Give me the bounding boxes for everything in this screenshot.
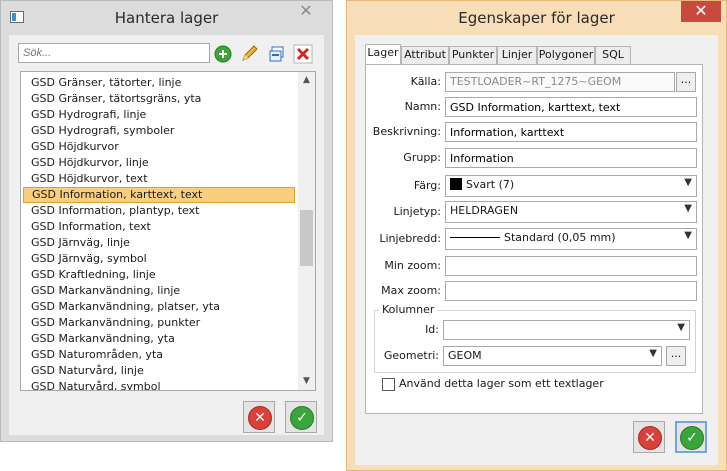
min-zoom-label: Min zoom: [384, 259, 441, 272]
manage-layers-titlebar[interactable]: Hantera lager ✕ [1, 1, 332, 35]
pencil-icon [242, 45, 258, 61]
layer-list-item[interactable]: GSD Järnväg, linje [23, 235, 295, 251]
color-swatch [450, 178, 462, 190]
plus-icon [214, 45, 232, 63]
grupp-input[interactable] [445, 148, 697, 168]
geometri-value: GEOM [448, 349, 482, 362]
textlayer-checkbox-label: Använd detta lager som ett textlager [399, 377, 604, 390]
farg-value: Svart (7) [466, 178, 515, 191]
beskrivning-label: Beskrivning: [372, 125, 441, 138]
layer-properties-window: Egenskaper för lager ✕ Lager Attribut Pu… [346, 0, 727, 471]
delete-icon [293, 44, 313, 64]
manage-layers-title: Hantera lager [114, 9, 219, 27]
cancel-button[interactable]: ✕ [633, 421, 665, 453]
line-sample [450, 237, 500, 238]
manage-layers-content: GSD Gränser, tätorter, linjeGSD Gränser,… [9, 35, 324, 435]
layer-list-item[interactable]: GSD Information, text [23, 219, 295, 235]
linjetyp-dropdown[interactable]: HELDRAGEN ▼ [445, 201, 697, 223]
tab-polygoner[interactable]: Polygoner [537, 46, 595, 64]
tab-sql[interactable]: SQL [595, 46, 631, 64]
cancel-button[interactable]: ✕ [243, 401, 275, 433]
id-dropdown[interactable]: ▼ [443, 320, 690, 340]
min-zoom-input[interactable] [445, 256, 697, 276]
id-label: Id: [425, 323, 439, 336]
grupp-label: Grupp: [403, 151, 441, 164]
geometri-label: Geometri: [383, 349, 439, 362]
beskrivning-input[interactable] [445, 122, 697, 142]
layer-list-item[interactable]: GSD Hydrografi, linje [23, 107, 295, 123]
max-zoom-input[interactable] [445, 281, 697, 301]
namn-label: Namn: [404, 100, 441, 113]
layer-properties-content: Lager Attribut Punkter Linjer Polygoner … [355, 35, 718, 465]
ok-button[interactable]: ✓ [285, 401, 317, 433]
layer-list-item[interactable]: GSD Järnväg, symbol [23, 251, 295, 267]
ok-check-icon: ✓ [290, 406, 314, 430]
search-input[interactable] [18, 43, 210, 63]
namn-input[interactable] [445, 97, 697, 117]
edit-layer-button[interactable] [238, 43, 260, 65]
cancel-x-icon: ✕ [248, 406, 272, 430]
scroll-down-icon[interactable]: ▼ [298, 373, 315, 390]
layer-list-item[interactable]: GSD Markanvändning, linje [23, 283, 295, 299]
layer-list-item[interactable]: GSD Information, plantyp, text [23, 203, 295, 219]
scroll-up-icon[interactable]: ▲ [298, 72, 315, 89]
chevron-down-icon: ▼ [684, 230, 692, 241]
kalla-browse-button[interactable]: ... [676, 72, 696, 92]
scroll-thumb[interactable] [300, 210, 313, 266]
layer-list-scrollbar[interactable]: ▲ ▼ [298, 72, 315, 390]
layer-list-item[interactable]: GSD Kraftledning, linje [23, 267, 295, 283]
layer-list-item[interactable]: GSD Gränser, tätorter, linje [23, 75, 295, 91]
layer-list-item[interactable]: GSD Höjdkurvor, text [23, 171, 295, 187]
max-zoom-label: Max zoom: [381, 284, 441, 297]
cancel-x-icon: ✕ [638, 426, 662, 450]
tab-lager[interactable]: Lager [365, 44, 401, 65]
layer-properties-titlebar[interactable]: Egenskaper för lager ✕ [347, 1, 726, 35]
layer-list-item[interactable]: GSD Naturvård, linje [23, 363, 295, 379]
geometri-dropdown[interactable]: GEOM ▼ [443, 346, 662, 366]
layer-list-item[interactable]: GSD Hydrografi, symboler [23, 123, 295, 139]
kolumner-group-label: Kolumner [379, 303, 438, 316]
linjetyp-label: Linjetyp: [393, 205, 442, 218]
tab-linjer[interactable]: Linjer [497, 46, 537, 64]
kolumner-group: Kolumner Id: ▼ Geometri: GEOM ▼ ... [374, 303, 696, 373]
copy-icon [269, 46, 284, 62]
ok-check-icon: ✓ [680, 426, 704, 450]
layer-list-item[interactable]: GSD Markanvändning, platser, yta [23, 299, 295, 315]
textlayer-checkbox[interactable] [382, 378, 395, 391]
layer-list-item[interactable]: GSD Höjdkurvor [23, 139, 295, 155]
kalla-field: TESTLOADER~RT_1275~GEOM [445, 72, 675, 92]
chevron-down-icon: ▼ [684, 177, 692, 188]
farg-dropdown[interactable]: Svart (7) ▼ [445, 175, 697, 197]
lager-tab-panel: Källa: TESTLOADER~RT_1275~GEOM ... Namn:… [365, 64, 703, 414]
close-icon[interactable]: ✕ [681, 1, 721, 22]
tab-attribut[interactable]: Attribut [401, 46, 449, 64]
layer-list-item[interactable]: GSD Markanvändning, punkter [23, 315, 295, 331]
chevron-down-icon: ▼ [677, 322, 685, 333]
chevron-down-icon: ▼ [684, 203, 692, 214]
close-icon[interactable]: ✕ [289, 1, 323, 22]
farg-label: Färg: [413, 179, 441, 192]
layer-list-item[interactable]: GSD Information, karttext, text [23, 187, 295, 203]
tab-punkter[interactable]: Punkter [449, 46, 497, 64]
linjetyp-value: HELDRAGEN [450, 204, 519, 217]
kalla-label: Källa: [410, 75, 441, 88]
geometri-browse-button[interactable]: ... [666, 346, 686, 366]
chevron-down-icon: ▼ [649, 348, 657, 359]
layer-list: GSD Gränser, tätorter, linje GSD Gränser,… [20, 71, 316, 391]
linjebredd-label: Linjebredd: [379, 232, 441, 245]
layer-list-item[interactable]: GSD Höjdkurvor, linje [23, 155, 295, 171]
add-layer-button[interactable] [212, 43, 234, 65]
ok-button[interactable]: ✓ [675, 421, 707, 453]
manage-layers-window: Hantera lager ✕ GSD Gränser, tätorter, l… [0, 0, 333, 442]
layer-list-item[interactable]: GSD Naturvård, symbol [23, 379, 295, 390]
layer-list-item[interactable]: GSD Markanvändning, yta [23, 331, 295, 347]
layer-list-item[interactable]: GSD Naturområden, yta [23, 347, 295, 363]
copy-layer-button[interactable] [266, 43, 288, 65]
layer-list-item[interactable]: GSD Gränser, tätortsgräns, yta [23, 91, 295, 107]
linjebredd-dropdown[interactable]: Standard (0,05 mm) ▼ [445, 228, 697, 250]
layer-properties-title: Egenskaper för lager [458, 9, 615, 27]
delete-layer-button[interactable] [292, 43, 314, 65]
linjebredd-value: Standard (0,05 mm) [504, 231, 616, 244]
